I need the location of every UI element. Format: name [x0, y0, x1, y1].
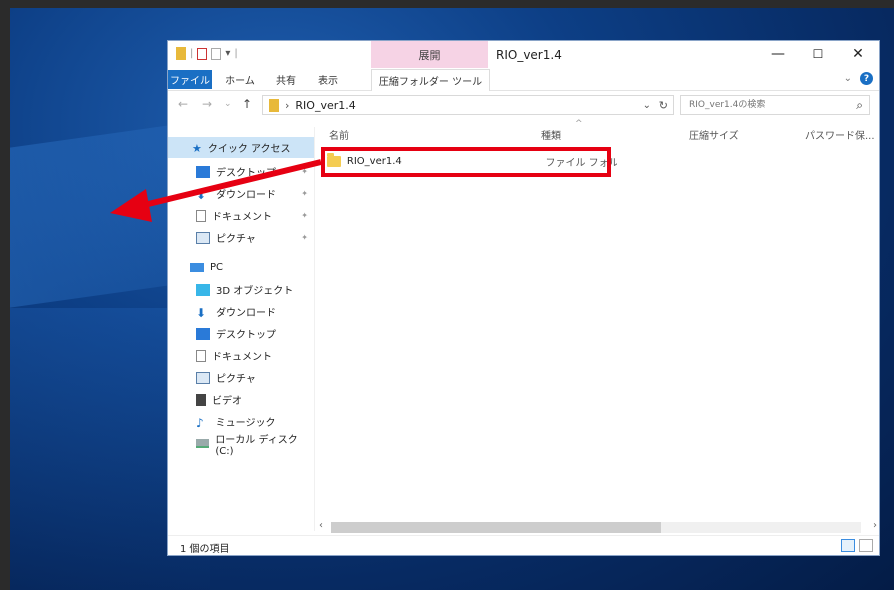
annotation-arrow	[110, 159, 322, 222]
arrow-head	[110, 189, 152, 222]
arrow-shaft	[139, 159, 322, 209]
